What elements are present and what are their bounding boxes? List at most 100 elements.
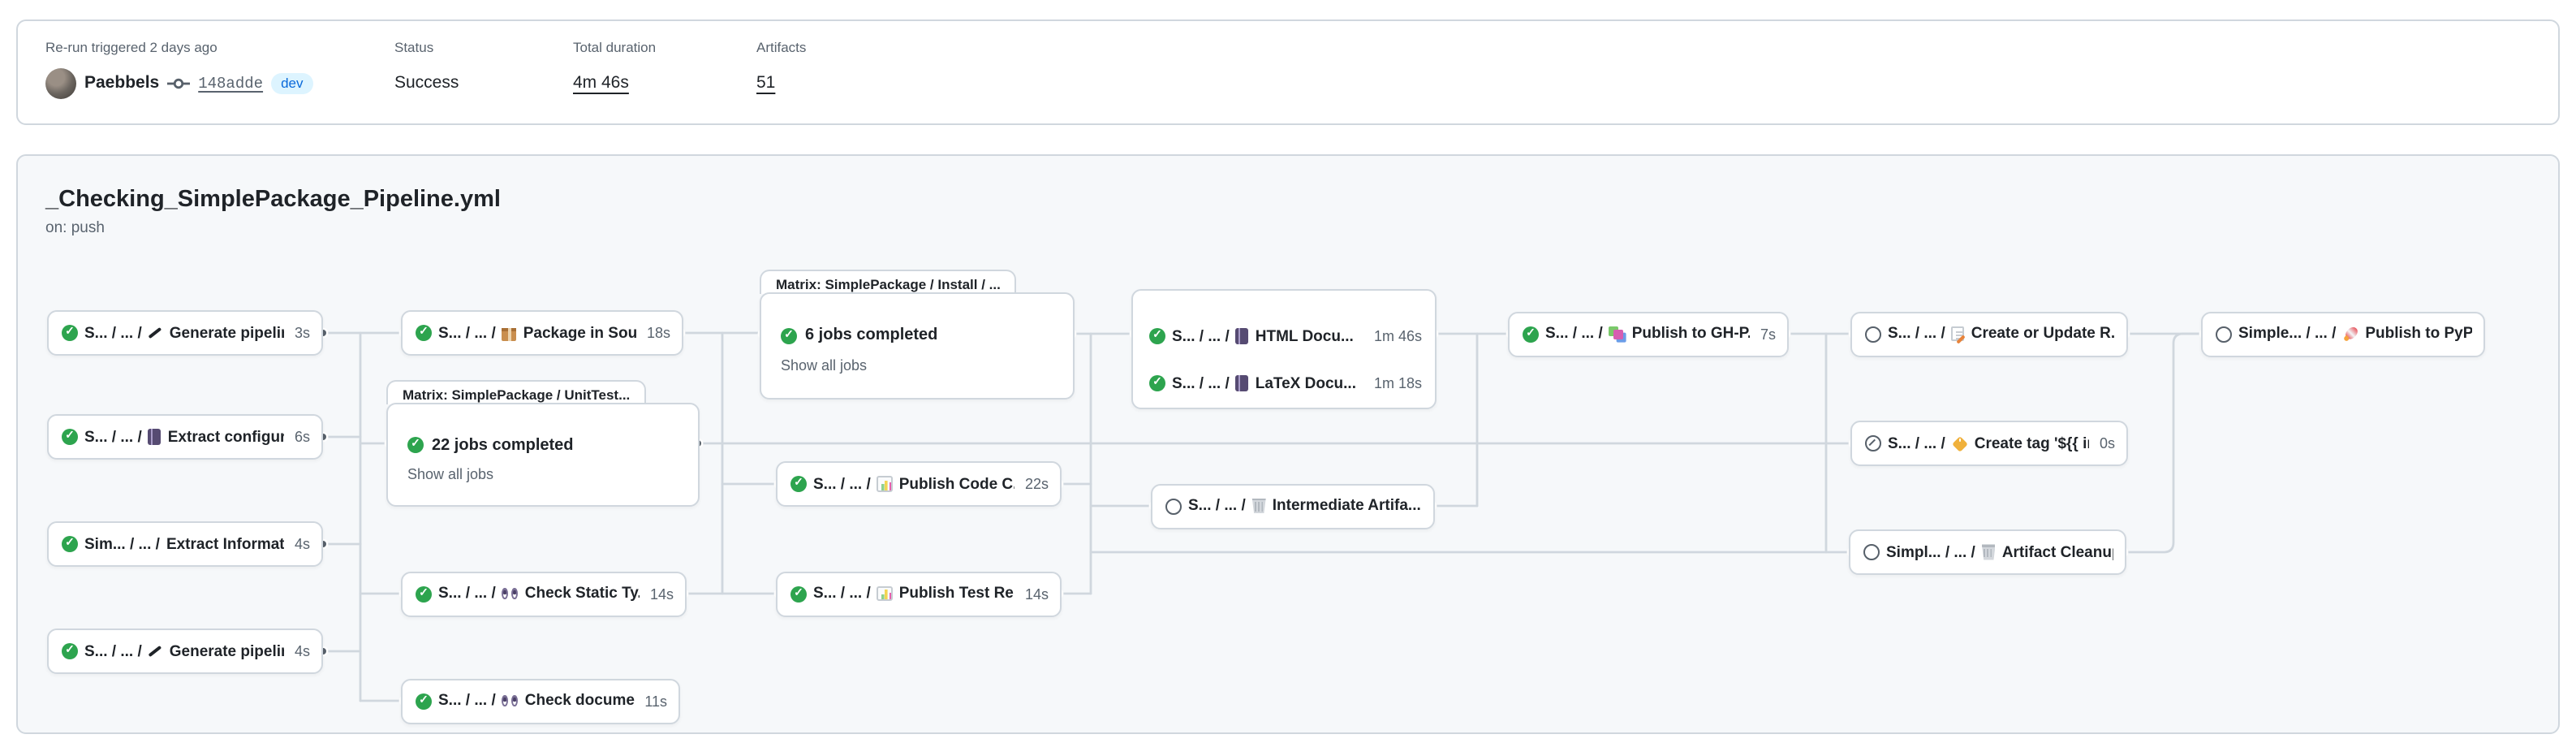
- matrix-card-unittest: 22 jobs completed Show all jobs: [386, 403, 700, 507]
- job-prefix: Sim... / ... /: [84, 535, 160, 553]
- memo-icon: [1952, 326, 1965, 342]
- rerun-label: Re-run triggered 2 days ago: [45, 39, 218, 55]
- job-node-generate-pipeline-2[interactable]: S... / ... / Generate pipelin... 4s: [47, 629, 323, 674]
- eyes-icon: [502, 585, 519, 602]
- pen-icon: [149, 325, 163, 341]
- show-all-jobs-link[interactable]: Show all jobs: [407, 466, 493, 482]
- branch-badge[interactable]: dev: [271, 72, 312, 93]
- job-prefix: Simple... / ... /: [2238, 325, 2336, 343]
- duration-value[interactable]: 4m 46s: [573, 73, 629, 93]
- tag-icon: [1952, 435, 1968, 451]
- job-prefix: S... / ... /: [438, 692, 496, 710]
- job-name: Publish Test Re...: [899, 585, 1015, 603]
- job-prefix: S... / ... /: [813, 475, 871, 493]
- workflow-file-name: _Checking_SimplePackage_Pipeline.yml: [45, 187, 501, 213]
- commit-sha-link[interactable]: 148adde: [198, 74, 263, 92]
- job-name: Check docume...: [525, 692, 635, 710]
- job-node-publish-code-coverage[interactable]: S... / ... / Publish Code C... 22s: [776, 461, 1062, 507]
- job-duration: 22s: [1025, 476, 1049, 492]
- success-icon: [416, 693, 432, 709]
- success-icon: [62, 536, 78, 552]
- eyes-icon: [502, 693, 519, 709]
- job-duration: 7s: [1760, 326, 1776, 342]
- chart-icon: [877, 477, 893, 492]
- job-node-publish-test-results[interactable]: S... / ... / Publish Test Re... 14s: [776, 571, 1062, 616]
- success-icon: [1149, 328, 1165, 344]
- job-prefix: S... / ... /: [1188, 497, 1246, 515]
- pending-icon: [1865, 326, 1881, 342]
- actor-name[interactable]: Paebbels: [84, 73, 159, 93]
- job-row-html-documentation[interactable]: S... / ... / HTML Docu... 1m 46s: [1149, 320, 1422, 352]
- artifacts-count-link[interactable]: 51: [756, 73, 775, 93]
- job-duration: 14s: [650, 585, 674, 602]
- success-icon: [790, 585, 807, 602]
- job-duration: 1m 46s: [1374, 328, 1422, 344]
- show-all-jobs-link[interactable]: Show all jobs: [781, 357, 867, 374]
- success-icon: [1149, 375, 1165, 391]
- job-node-check-documentation[interactable]: S... / ... / Check docume... 11s: [401, 678, 680, 724]
- job-node-package-source[interactable]: S... / ... / Package in Sou... 18s: [401, 310, 683, 356]
- success-icon: [790, 476, 807, 492]
- job-prefix: S... / ... /: [1545, 325, 1603, 343]
- matrix-tab-unittest: Matrix: SimplePackage / UnitTest...: [386, 380, 646, 404]
- job-prefix: S... / ... /: [438, 585, 496, 603]
- success-icon: [1523, 326, 1539, 342]
- job-prefix: S... / ... /: [1888, 325, 1945, 343]
- job-prefix: S... / ... /: [1888, 434, 1945, 452]
- artifacts-label: Artifacts: [756, 39, 806, 55]
- success-icon: [781, 327, 797, 343]
- job-duration: 3s: [295, 325, 310, 341]
- pending-icon: [2216, 326, 2232, 342]
- pen-icon: [149, 643, 163, 659]
- job-prefix: S... / ... /: [1172, 327, 1230, 345]
- job-name: Create or Update R...: [1971, 325, 2115, 343]
- job-name: HTML Docu...: [1256, 327, 1364, 345]
- matrix-jobs-completed: 22 jobs completed: [432, 436, 574, 454]
- job-node-extract-configurations[interactable]: S... / ... / Extract configur... 6s: [47, 414, 323, 460]
- job-duration: 0s: [2100, 435, 2115, 451]
- job-duration: 4s: [295, 643, 310, 659]
- job-name: Check Static Ty...: [525, 585, 640, 603]
- job-node-generate-pipeline-1[interactable]: S... / ... / Generate pipelin... 3s: [47, 310, 323, 356]
- success-icon: [62, 643, 78, 659]
- job-duration: 18s: [647, 325, 670, 341]
- success-icon: [62, 325, 78, 341]
- job-row-latex-documentation[interactable]: S... / ... / LaTeX Docu... 1m 18s: [1149, 367, 1422, 400]
- avatar[interactable]: [45, 67, 76, 98]
- trash-icon: [1252, 499, 1266, 514]
- job-node-check-static-typing[interactable]: S... / ... / Check Static Ty... 14s: [401, 571, 687, 616]
- status-value: Success: [394, 73, 459, 93]
- job-name: Publish to PyPI: [2365, 325, 2472, 343]
- job-name: Extract Information: [166, 535, 285, 553]
- job-duration: 4s: [295, 536, 310, 552]
- job-node-artifact-cleanup[interactable]: Simpl... / ... / Artifact Cleanup: [1849, 529, 2126, 575]
- layers-icon: [1609, 326, 1626, 342]
- chart-icon: [877, 586, 893, 602]
- job-node-publish-pypi[interactable]: Simple... / ... / Publish to PyPI: [2201, 311, 2485, 356]
- job-duration: 6s: [295, 429, 310, 445]
- workflow-trigger: on: push: [45, 219, 105, 237]
- notebook-icon: [149, 429, 162, 445]
- job-name: Publish Code C...: [899, 475, 1015, 493]
- job-node-create-tag[interactable]: S... / ... / Create tag '${{ in... 0s: [1850, 421, 2128, 466]
- job-name: Extract configur...: [168, 428, 285, 446]
- job-name: Create tag '${{ in...: [1975, 434, 2090, 452]
- job-node-extract-information[interactable]: Sim... / ... / Extract Information 4s: [47, 521, 323, 567]
- job-node-create-update-release[interactable]: S... / ... / Create or Update R...: [1850, 311, 2128, 356]
- trash-icon: [1982, 545, 1996, 560]
- job-duration: 14s: [1025, 585, 1049, 602]
- job-prefix: S... / ... /: [84, 642, 142, 660]
- status-label: Status: [394, 39, 433, 55]
- job-name: Publish to GH-P...: [1632, 325, 1751, 343]
- job-name: Generate pipelin...: [170, 324, 285, 342]
- job-node-publish-gh-pages[interactable]: S... / ... / Publish to GH-P... 7s: [1508, 311, 1789, 356]
- job-node-intermediate-artifacts[interactable]: S... / ... / Intermediate Artifa...: [1151, 483, 1435, 529]
- skipped-icon: [1865, 435, 1881, 451]
- success-icon: [416, 325, 432, 341]
- job-prefix: S... / ... /: [84, 324, 142, 342]
- success-icon: [407, 437, 424, 453]
- notebook-icon: [1236, 375, 1249, 391]
- job-prefix: Simpl... / ... /: [1886, 543, 1975, 561]
- success-icon: [416, 585, 432, 602]
- duration-label: Total duration: [573, 39, 656, 55]
